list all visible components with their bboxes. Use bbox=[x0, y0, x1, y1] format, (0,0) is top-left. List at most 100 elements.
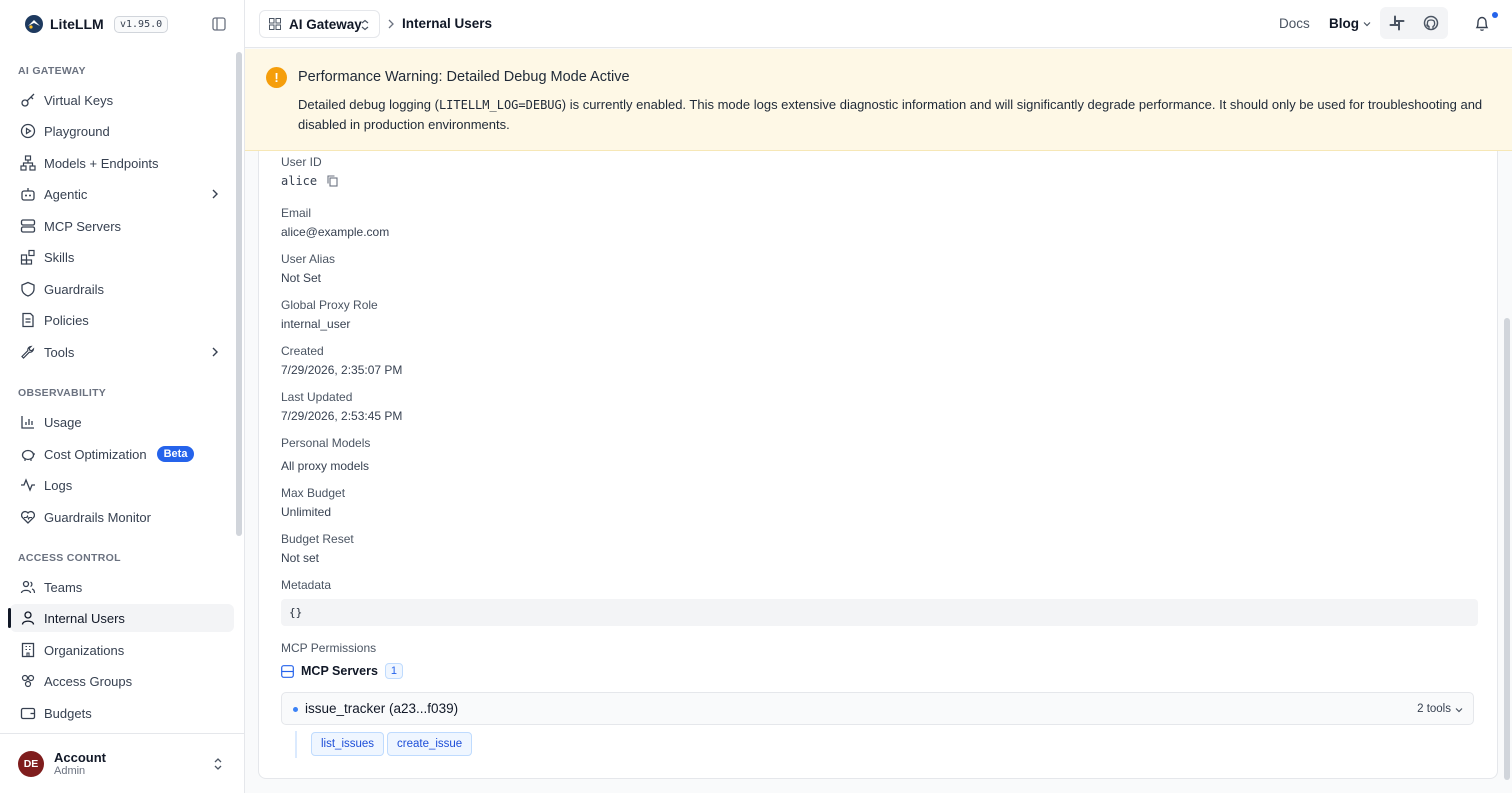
sidebar-scrollbar[interactable] bbox=[236, 52, 242, 536]
content-scrollbar[interactable] bbox=[1504, 318, 1510, 780]
wallet-icon bbox=[20, 707, 36, 720]
sidebar-item-organizations[interactable]: Organizations bbox=[10, 636, 234, 664]
breadcrumb-chevron-icon bbox=[388, 19, 394, 29]
sidebar-item-label: Internal Users bbox=[44, 610, 125, 626]
field-user-alias: User Alias Not Set bbox=[281, 252, 335, 285]
activity-icon bbox=[21, 478, 35, 492]
copy-icon[interactable] bbox=[327, 175, 338, 187]
sidebar-item-label: Usage bbox=[44, 414, 82, 430]
mcp-server-row[interactable]: issue_tracker (a23...f039) 2 tools bbox=[281, 692, 1474, 725]
chevron-right-icon bbox=[212, 189, 218, 199]
gateway-switcher-label: AI Gateway bbox=[289, 16, 362, 32]
sidebar: LiteLLM v1.95.0 AI GATEWAY Virtual Keys … bbox=[0, 0, 245, 793]
blog-dropdown[interactable]: Blog bbox=[1329, 16, 1372, 31]
sidebar-item-virtual-keys[interactable]: Virtual Keys bbox=[10, 86, 234, 114]
mcp-servers-header: MCP Servers 1 bbox=[281, 663, 404, 679]
sidebar-item-agentic[interactable]: Agentic bbox=[10, 180, 234, 208]
tool-chip-create-issue[interactable]: create_issue bbox=[387, 732, 473, 756]
field-label: Last Updated bbox=[281, 390, 353, 404]
warning-icon: ! bbox=[266, 67, 287, 88]
sidebar-item-label: Policies bbox=[44, 312, 89, 328]
app-name: LiteLLM bbox=[50, 16, 104, 32]
sidebar-item-label: Guardrails bbox=[44, 281, 104, 297]
mcp-server-name: issue_tracker (a23...f039) bbox=[305, 701, 459, 716]
sidebar-item-label: Skills bbox=[44, 249, 75, 265]
users-icon bbox=[20, 580, 36, 594]
nodes-icon bbox=[20, 155, 36, 171]
sidebar-item-skills[interactable]: Skills bbox=[10, 243, 234, 271]
docs-link[interactable]: Docs bbox=[1279, 16, 1310, 31]
mcp-servers-count: 1 bbox=[384, 663, 404, 679]
logo[interactable]: LiteLLM bbox=[24, 14, 104, 34]
field-email: Email alice@example.com bbox=[281, 206, 389, 239]
sidebar-item-mcp-servers[interactable]: MCP Servers bbox=[10, 212, 234, 240]
sidebar-item-policies[interactable]: Policies bbox=[10, 306, 234, 334]
field-global-proxy-role: Global Proxy Role internal_user bbox=[281, 298, 378, 331]
field-value: 7/29/2026, 2:53:45 PM bbox=[281, 409, 403, 423]
sidebar-item-label: Teams bbox=[44, 579, 83, 595]
metadata-json: {} bbox=[281, 599, 1478, 626]
mcp-server-tools-count: 2 tools bbox=[1417, 703, 1451, 715]
community-links bbox=[1380, 7, 1448, 39]
blocks-icon bbox=[20, 249, 35, 265]
litellm-logo-icon bbox=[25, 15, 43, 33]
chevron-down-icon bbox=[1455, 708, 1463, 713]
field-value: internal_user bbox=[281, 317, 351, 331]
sidebar-item-logs[interactable]: Logs bbox=[10, 471, 234, 499]
field-personal-models: Personal Models All proxy models bbox=[281, 436, 370, 473]
field-value: Not Set bbox=[281, 271, 322, 285]
sidebar-item-label: Organizations bbox=[44, 642, 125, 658]
sidebar-item-label: Playground bbox=[44, 123, 110, 139]
sidebar-item-cost-optimization[interactable]: Cost Optimization Beta bbox=[10, 440, 234, 468]
top-header: AI Gateway Internal Users Docs Blog bbox=[245, 0, 1512, 48]
field-label: User ID bbox=[281, 155, 322, 169]
account-name: Account bbox=[54, 750, 106, 765]
slack-button[interactable] bbox=[1380, 7, 1414, 39]
sidebar-item-guardrails[interactable]: Guardrails bbox=[10, 275, 234, 303]
gateway-switcher[interactable]: AI Gateway bbox=[259, 10, 380, 38]
sidebar-item-label: Agentic bbox=[44, 186, 88, 202]
chevron-down-icon bbox=[1363, 21, 1371, 26]
chevron-up-down-icon bbox=[361, 19, 369, 31]
field-label: Budget Reset bbox=[281, 532, 354, 546]
sidebar-item-access-groups[interactable]: Access Groups bbox=[10, 667, 234, 695]
heart-pulse-icon bbox=[20, 510, 36, 524]
sidebar-item-label: Cost Optimization bbox=[44, 446, 147, 462]
section-observability: OBSERVABILITY bbox=[18, 387, 107, 399]
field-budget-reset: Budget Reset Not set bbox=[281, 532, 354, 565]
sidebar-item-label: MCP Servers bbox=[44, 218, 122, 234]
field-value: 7/29/2026, 2:35:07 PM bbox=[281, 363, 403, 377]
sidebar-item-budgets[interactable]: Budgets bbox=[10, 699, 234, 727]
beta-badge: Beta bbox=[156, 446, 195, 462]
sidebar-nav: AI GATEWAY Virtual Keys Playground Model… bbox=[0, 52, 236, 732]
wrench-icon bbox=[21, 345, 35, 359]
sidebar-item-label: Guardrails Monitor bbox=[44, 509, 151, 525]
key-icon bbox=[21, 93, 35, 107]
field-max-budget: Max Budget Unlimited bbox=[281, 486, 345, 519]
chevron-right-icon bbox=[212, 347, 218, 357]
sidebar-item-internal-users[interactable]: Internal Users bbox=[8, 604, 234, 632]
access-groups-icon bbox=[21, 674, 35, 688]
warning-body-text: Detailed debug logging ( bbox=[298, 97, 439, 112]
field-value: alice bbox=[281, 174, 338, 188]
sidebar-collapse-icon[interactable] bbox=[212, 17, 226, 31]
section-access-control: ACCESS CONTROL bbox=[18, 552, 121, 564]
field-created: Created 7/29/2026, 2:35:07 PM bbox=[281, 344, 402, 377]
bell-icon[interactable] bbox=[1474, 15, 1490, 32]
sidebar-item-label: Budgets bbox=[44, 705, 92, 721]
sidebar-item-label: Virtual Keys bbox=[44, 92, 114, 108]
github-button[interactable] bbox=[1414, 7, 1448, 39]
sidebar-item-guardrails-monitor[interactable]: Guardrails Monitor bbox=[10, 503, 234, 531]
field-value: Unlimited bbox=[281, 505, 332, 519]
account-role: Admin bbox=[54, 765, 86, 777]
account-menu[interactable]: DE Account Admin bbox=[0, 733, 244, 793]
sidebar-item-teams[interactable]: Teams bbox=[10, 573, 234, 601]
sidebar-item-playground[interactable]: Playground bbox=[10, 117, 234, 145]
tool-chip-list-issues[interactable]: list_issues bbox=[311, 732, 385, 756]
shield-icon bbox=[21, 281, 35, 297]
field-value: alice@example.com bbox=[281, 225, 390, 239]
avatar: DE bbox=[18, 750, 44, 777]
sidebar-item-usage[interactable]: Usage bbox=[10, 408, 234, 436]
sidebar-item-tools[interactable]: Tools bbox=[10, 338, 234, 366]
sidebar-item-models-endpoints[interactable]: Models + Endpoints bbox=[10, 149, 234, 177]
